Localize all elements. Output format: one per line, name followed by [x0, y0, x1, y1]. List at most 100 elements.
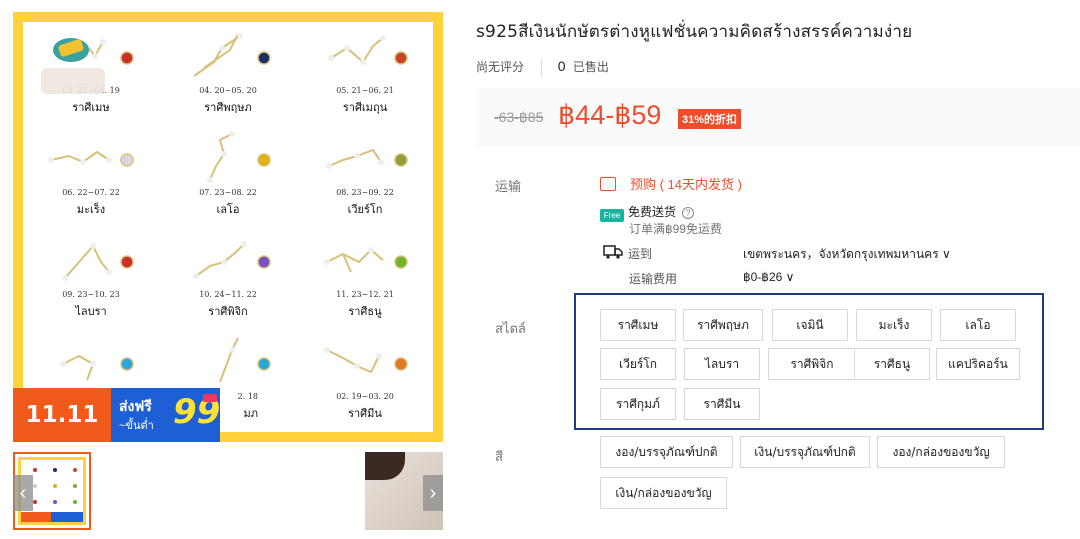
- color-label: สี: [495, 449, 503, 464]
- promo-min-label: ~ขั้นต่ำ: [119, 420, 154, 432]
- zodiac-date: 05. 21~06. 21: [336, 86, 394, 95]
- constellation-earring-icon: [324, 247, 408, 273]
- style-option[interactable]: ราศีพิจิก: [768, 348, 856, 380]
- zodiac-name: ราศีเมถุน: [342, 101, 388, 114]
- gemstone-icon: [394, 255, 408, 269]
- zodiac-date: 08. 23~09. 22: [336, 188, 394, 197]
- constellation-earring-icon: [193, 241, 271, 279]
- zodiac-name: เวียร์โก: [347, 203, 383, 216]
- product-title: s925สีเงินนักษัตรต่างหูแฟชั่นความคิดสร้า…: [476, 22, 913, 42]
- style-label: สไตล์: [495, 321, 526, 336]
- preorder-text: 预购 ( 14天内发货 ): [630, 177, 742, 192]
- zodiac-date: 02. 19~03. 20: [336, 392, 394, 401]
- zodiac-name: ราศีพิจิก: [208, 305, 248, 318]
- gemstone-icon: [257, 357, 271, 371]
- truck-icon: [603, 245, 623, 259]
- promo-ship-label: ส่งฟรี: [119, 398, 152, 414]
- zodiac-date: 10. 24~11. 22: [199, 290, 257, 299]
- zodiac-date: 09. 23~10. 23: [62, 290, 120, 299]
- style-option[interactable]: ไลบรา: [684, 348, 760, 380]
- style-option[interactable]: เวียร์โก: [600, 348, 676, 380]
- zodiac-name: ราศีเมษ: [72, 101, 110, 114]
- zodiac-name: มะเร็ง: [76, 203, 106, 216]
- gemstone-icon: [120, 357, 134, 371]
- promo-banner: 11.11 ส่งฟรี ~ขั้นต่ำ 99: [13, 388, 220, 442]
- constellation-earring-icon: [62, 243, 134, 281]
- zodiac-cell: 09. 23~10. 23 ไลบรา: [23, 226, 159, 328]
- zodiac-name: เลโอ: [216, 203, 240, 216]
- shipping-label: 运输: [495, 179, 522, 194]
- style-option[interactable]: ราศีพฤษภ: [683, 309, 763, 341]
- style-option[interactable]: ราศีมีน: [684, 388, 760, 420]
- gemstone-icon: [394, 357, 408, 371]
- zodiac-cell: 04. 20~05. 20 ราศีพฤษภ: [160, 22, 296, 124]
- zodiac-cell: 08. 23~09. 22 เวียร์โก: [297, 124, 433, 226]
- color-option[interactable]: งอง/กล่องของขวัญ: [877, 436, 1005, 468]
- divider: [541, 58, 543, 77]
- photo-hair: [365, 452, 405, 480]
- ship-to-label: 运到: [628, 247, 653, 261]
- style-option[interactable]: ราศีธนู: [854, 348, 930, 380]
- style-option[interactable]: ราศีเมษ: [600, 309, 676, 341]
- zodiac-cell: 02. 19~03. 20 ราศีมีน: [297, 328, 433, 430]
- shop-logo-icon: [53, 38, 89, 62]
- zodiac-date: 07. 23~08. 22: [199, 188, 257, 197]
- gemstone-icon: [257, 255, 271, 269]
- zodiac-date: 11. 23~12. 21: [336, 290, 394, 299]
- constellation-earring-icon: [219, 337, 271, 383]
- zodiac-cell: 07. 23~08. 22 เลโอ: [160, 124, 296, 226]
- calendar-icon: [600, 177, 616, 191]
- style-option[interactable]: แคปริคอร์น: [936, 348, 1020, 380]
- rating-text: 尚无评分: [476, 60, 525, 74]
- constellation-earring-icon: [207, 131, 271, 183]
- info-icon[interactable]: ?: [682, 207, 695, 219]
- constellation-earring-icon: [326, 148, 408, 169]
- shipping-fee-dropdown[interactable]: ฿0-฿26 ∨: [743, 270, 794, 284]
- constellation-earring-icon: [324, 347, 408, 374]
- price-box: -63-฿85 ฿44-฿59 31%的折扣: [476, 88, 1080, 146]
- chevron-right-icon[interactable]: ›: [423, 475, 443, 511]
- thumbnail-strip: [13, 452, 443, 530]
- free-shipping-condition: 订单满฿99免运费: [629, 222, 722, 236]
- gemstone-icon: [394, 51, 408, 65]
- gemstone-icon: [120, 153, 134, 167]
- current-price: ฿44-฿59: [558, 100, 662, 130]
- rating-row: 尚无评分 0 已售出: [476, 58, 609, 77]
- style-option[interactable]: เลโอ: [940, 309, 1016, 341]
- blurred-watermark: [41, 68, 105, 94]
- style-option[interactable]: เจมินี: [772, 309, 848, 341]
- zodiac-date: 04. 20~05. 20: [199, 86, 257, 95]
- chevron-left-icon[interactable]: ‹: [13, 475, 33, 511]
- gemstone-icon: [120, 255, 134, 269]
- style-option[interactable]: ราศีกุมภ์: [600, 388, 676, 420]
- gemstone-icon: [120, 51, 134, 65]
- free-shipping-icon: Free: [600, 209, 624, 222]
- gemstone-icon: [257, 51, 271, 65]
- main-product-image[interactable]: 03. 21~04. 19 ราศีเมษ 04. 20~05. 20 ราศี…: [13, 12, 443, 442]
- zodiac-cell: 11. 23~12. 21 ราศีธนู: [297, 226, 433, 328]
- constellation-earring-icon: [48, 150, 134, 167]
- sold-count: 0: [557, 58, 566, 74]
- color-option[interactable]: เงิน/กล่องของขวัญ: [600, 477, 727, 509]
- preorder-info: 预购 ( 14天内发货 ): [600, 174, 742, 193]
- promo-tag: [203, 394, 217, 402]
- gemstone-icon: [257, 153, 271, 167]
- shipping-fee-label: 运输费用: [629, 272, 678, 286]
- style-option[interactable]: มะเร็ง: [856, 309, 932, 341]
- constellation-earring-icon: [328, 35, 408, 65]
- discount-badge: 31%的折扣: [678, 109, 742, 129]
- original-price: -63-฿85: [494, 109, 544, 125]
- zodiac-name: ไลบรา: [75, 305, 107, 318]
- sold-label: 已售出: [572, 60, 609, 74]
- zodiac-cell: 10. 24~11. 22 ราศีพิจิก: [160, 226, 296, 328]
- zodiac-name: ราศีธนู: [348, 305, 382, 318]
- promo-1111: 11.11: [13, 388, 111, 442]
- promo-free-ship: ส่งฟรี ~ขั้นต่ำ 99: [111, 388, 220, 442]
- color-option[interactable]: งอง/บรรจุภัณฑ์ปกติ: [600, 436, 733, 468]
- ship-to-dropdown[interactable]: เขตพระนคร，จังหวัดกรุงเทพมหานคร ∨: [743, 245, 951, 264]
- zodiac-name: ราศีมีน: [348, 407, 382, 420]
- zodiac-cell: 06. 22~07. 22 มะเร็ง: [23, 124, 159, 226]
- zodiac-cell: 05. 21~06. 21 ราศีเมถุน: [297, 22, 433, 124]
- gemstone-icon: [394, 153, 408, 167]
- color-option[interactable]: เงิน/บรรจุภัณฑ์ปกติ: [740, 436, 870, 468]
